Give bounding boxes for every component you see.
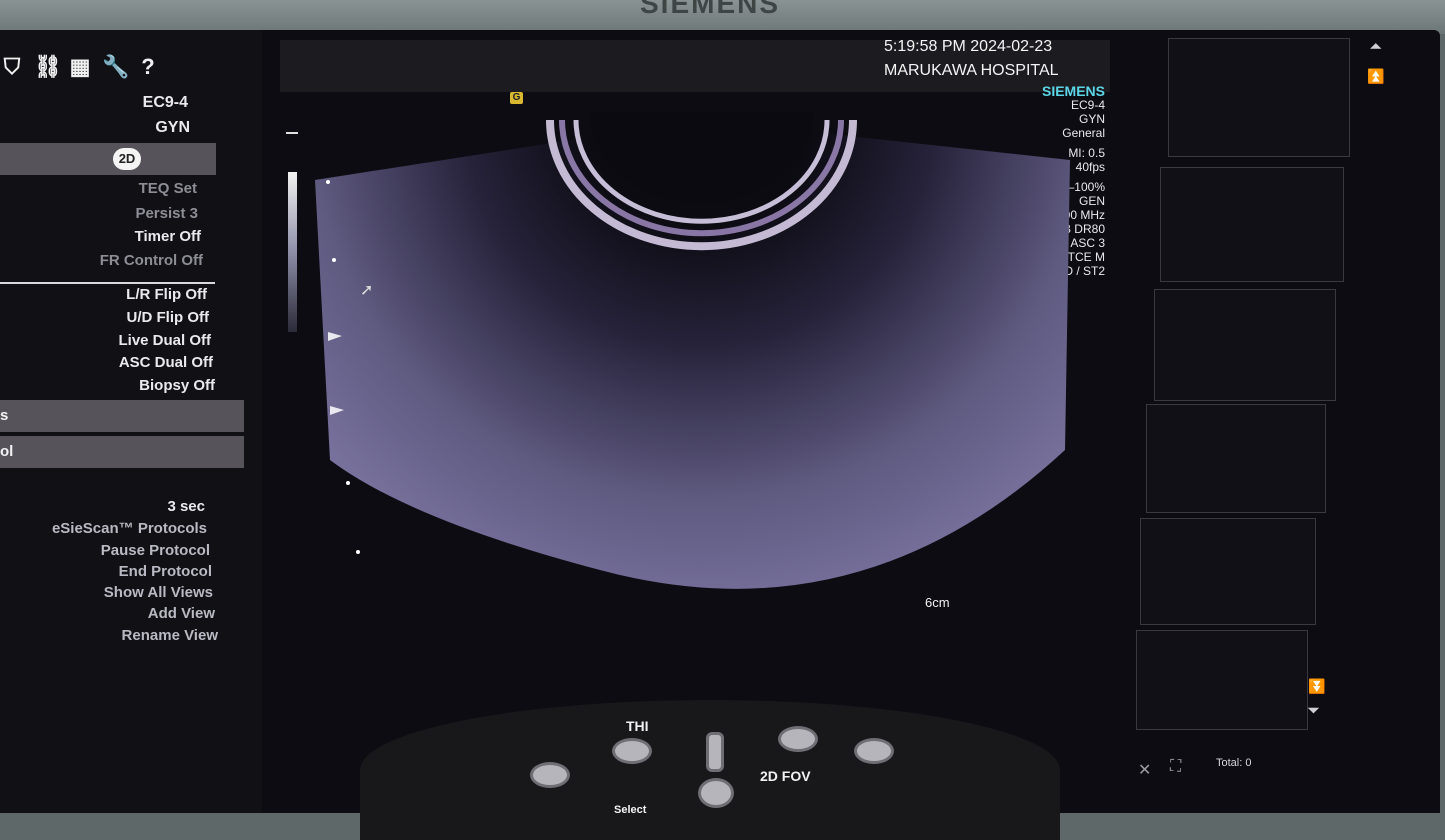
thumbnail-slot[interactable] [1140, 518, 1316, 625]
end-protocol-item[interactable]: End Protocol [0, 563, 212, 580]
thi-label: THI [626, 718, 649, 734]
record-icon[interactable]: ⛉ [0, 54, 24, 80]
probe-label: EC9-4 [142, 94, 188, 111]
show-all-views-item[interactable]: Show All Views [0, 584, 213, 601]
select-label: Select [614, 804, 647, 816]
depth-tick [356, 550, 360, 554]
depth-tick [346, 481, 350, 485]
lr-flip-item[interactable]: L/R Flip Off [0, 286, 207, 303]
thi-knob[interactable] [612, 738, 652, 764]
preset-label: GYN [155, 119, 190, 136]
protocols-item[interactable]: eSieScan™ Protocols [0, 520, 207, 537]
wrench-icon[interactable]: 🔧 [102, 54, 129, 80]
left-knob[interactable] [530, 762, 570, 788]
mode-2d-button[interactable]: 2D [113, 148, 141, 170]
add-view-item[interactable]: Add View [0, 605, 215, 622]
right-knob-1[interactable] [778, 726, 818, 752]
mode-bar[interactable] [0, 143, 216, 175]
params-brand: SIEMENS [1041, 83, 1105, 99]
grid-icon[interactable]: ▦ [68, 54, 92, 80]
timer-item[interactable]: Timer Off [0, 228, 201, 245]
menu-divider [0, 282, 215, 284]
section-bar-2[interactable]: ol [0, 436, 244, 468]
brand-logo: SIEMENS [640, 0, 781, 19]
ultrasound-image[interactable] [300, 100, 1080, 610]
asc-dual-item[interactable]: ASC Dual Off [0, 354, 213, 371]
depth-rocker[interactable] [706, 732, 724, 772]
depth-tick [332, 258, 336, 262]
delete-icon[interactable]: ✕ [1138, 760, 1151, 780]
duration-item[interactable]: 3 sec [0, 498, 205, 515]
biopsy-item[interactable]: Biopsy Off [0, 377, 215, 394]
monitor-bezel: SIEMENS [0, 0, 1445, 34]
fr-control-item[interactable]: FR Control Off [0, 252, 203, 269]
scroll-bottom-icon[interactable]: ⏷ [1308, 702, 1319, 719]
date-time: 5:19:58 PM 2024-02-23 [884, 38, 1053, 55]
hospital-name: MARUKAWA HOSPITAL [884, 62, 1059, 79]
gray-scale-bar [288, 172, 297, 332]
live-dual-item[interactable]: Live Dual Off [0, 332, 211, 349]
scroll-top-icon[interactable]: ⏶ [1370, 38, 1381, 55]
rename-view-item[interactable]: Rename View [0, 627, 218, 644]
depth-label: 6cm [925, 595, 950, 610]
page-down-icon[interactable]: ⏬ [1308, 678, 1325, 695]
thumbnail-slot[interactable] [1168, 38, 1350, 157]
select-all-icon[interactable]: ⛶ [1170, 758, 1181, 776]
teq-set-item[interactable]: TEQ Set [0, 180, 197, 197]
thumbnail-slot[interactable] [1136, 630, 1308, 730]
fov-label: 2D FOV [760, 768, 811, 784]
gray-scale-tick [286, 132, 298, 134]
section-bar-1[interactable]: s [0, 400, 244, 432]
depth-tick [326, 180, 330, 184]
persist-item[interactable]: Persist 3 [0, 205, 198, 222]
right-knob-2[interactable] [854, 738, 894, 764]
help-icon[interactable]: ? [136, 54, 160, 80]
thumbnail-slot[interactable] [1154, 289, 1336, 401]
network-icon[interactable]: ⛓ [34, 54, 62, 80]
thumbnail-slot[interactable] [1160, 167, 1344, 282]
select-joystick[interactable] [698, 778, 734, 808]
total-count: Total: 0 [1216, 757, 1252, 769]
page-up-icon[interactable]: ⏫ [1367, 68, 1384, 85]
top-toolbar: ⛉ ⛓ ▦ 🔧 ? [0, 52, 160, 82]
thumbnail-slot[interactable] [1146, 404, 1326, 513]
ud-flip-item[interactable]: U/D Flip Off [0, 309, 210, 326]
pointer-cursor-icon: ➚ [360, 282, 374, 299]
pause-protocol-item[interactable]: Pause Protocol [0, 542, 210, 559]
